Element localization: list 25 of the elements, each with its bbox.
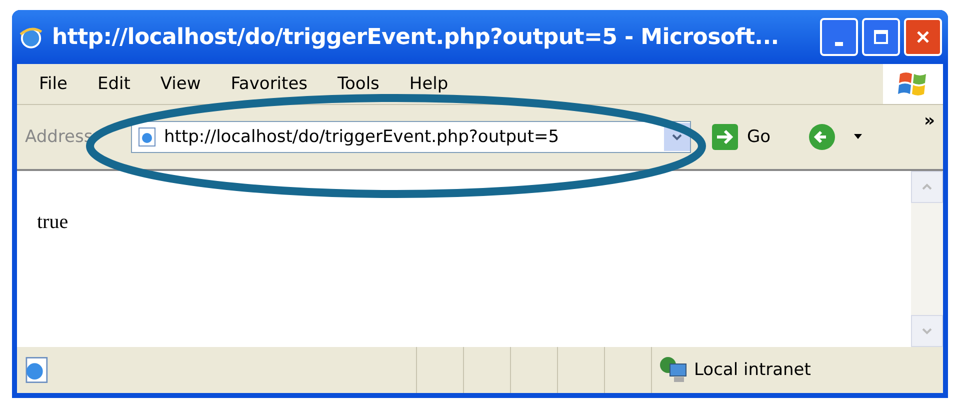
- caret-icon: [671, 132, 683, 142]
- arrow-right-icon: [711, 123, 739, 151]
- maximize-button[interactable]: [862, 18, 900, 56]
- menu-item[interactable]: Edit: [97, 74, 130, 94]
- menu-item[interactable]: Favorites: [230, 74, 308, 94]
- address-field[interactable]: http://localhost/do/triggerEvent.php?output=5: [131, 121, 691, 153]
- go-button[interactable]: Go: [705, 123, 777, 151]
- close-button[interactable]: [904, 18, 942, 56]
- menu-item[interactable]: File: [39, 74, 68, 94]
- toolbar-overflow[interactable]: »: [924, 111, 935, 131]
- maximize-icon: [873, 29, 889, 45]
- minimize-icon: [835, 42, 843, 46]
- security-zone-label: Local intranet: [694, 360, 811, 380]
- address-label: Address: [25, 127, 94, 147]
- minimize-button[interactable]: [820, 18, 858, 56]
- windows-flag-icon: [883, 64, 943, 104]
- page-icon: [136, 126, 158, 148]
- menu-item[interactable]: Help: [409, 74, 448, 94]
- page-text: true: [37, 211, 68, 233]
- menu-item[interactable]: View: [160, 74, 201, 94]
- dropdown-arrow-icon: [852, 133, 863, 141]
- window-title: http://localhost/do/triggerEvent.php?output=5 - Microsoft...: [52, 24, 780, 50]
- back-button[interactable]: [806, 122, 837, 152]
- menu-item[interactable]: Tools: [338, 74, 380, 94]
- close-icon: [915, 29, 931, 45]
